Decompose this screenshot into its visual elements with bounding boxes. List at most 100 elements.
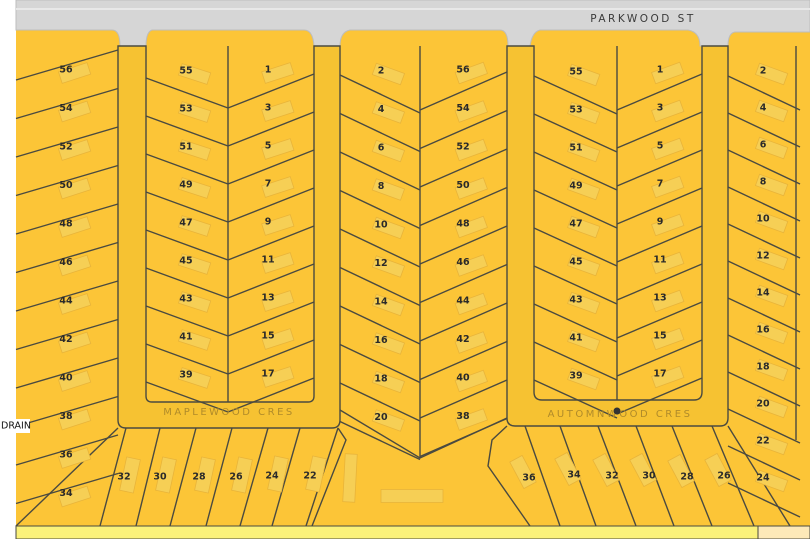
lot-number-automnwood-south[interactable]: 32 xyxy=(605,471,618,482)
lot-number-automnwood-left[interactable]: 47 xyxy=(569,219,582,230)
lot-number-west[interactable]: 52 xyxy=(59,142,72,153)
lot-number-west[interactable]: 50 xyxy=(59,180,73,191)
lot-number-west[interactable]: 38 xyxy=(59,411,73,422)
lot-number-automnwood-right[interactable]: 11 xyxy=(653,255,666,266)
lot-number-maplewood-right[interactable]: 17 xyxy=(261,369,274,380)
lot-number-west[interactable]: 46 xyxy=(59,257,73,268)
lot-number-maplewood-south[interactable]: 24 xyxy=(265,471,279,482)
lot-number-automnwood-right[interactable]: 13 xyxy=(653,293,666,304)
lot-number-middle-right[interactable]: 46 xyxy=(456,257,470,268)
lot-number-maplewood-south[interactable]: 30 xyxy=(153,472,167,483)
lot-number-maplewood-south[interactable]: 26 xyxy=(229,472,243,483)
lot-number-east[interactable]: 18 xyxy=(756,362,770,373)
lot-number-middle-right[interactable]: 54 xyxy=(456,103,470,114)
lot-number-maplewood-left[interactable]: 51 xyxy=(179,142,192,153)
lot-number-maplewood-left[interactable]: 43 xyxy=(179,294,192,305)
lot-number-east[interactable]: 4 xyxy=(760,103,767,114)
lot-number-automnwood-right[interactable]: 3 xyxy=(657,103,664,114)
lot-number-middle-right[interactable]: 44 xyxy=(456,296,470,307)
parkwood-street-label: PARKWOOD ST xyxy=(590,13,696,25)
lot-number-west[interactable]: 40 xyxy=(59,373,73,384)
lot-number-middle-left[interactable]: 2 xyxy=(378,66,385,77)
lot-number-maplewood-left[interactable]: 45 xyxy=(179,256,192,267)
lot-number-east[interactable]: 24 xyxy=(756,473,770,484)
lot-number-west[interactable]: 56 xyxy=(59,65,73,76)
parkwood-edge-line xyxy=(16,8,810,10)
lot-number-automnwood-south[interactable]: 28 xyxy=(680,472,694,483)
lot-number-maplewood-right[interactable]: 15 xyxy=(261,331,274,342)
lot-number-maplewood-right[interactable]: 3 xyxy=(265,103,272,114)
lot-number-maplewood-left[interactable]: 53 xyxy=(179,104,192,115)
lot-number-east[interactable]: 20 xyxy=(756,399,770,410)
parcel-map[interactable]: 5654525048464442403836345553514947454341… xyxy=(0,0,810,539)
lot-number-maplewood-right[interactable]: 9 xyxy=(265,217,272,228)
lot-number-maplewood-right[interactable]: 11 xyxy=(261,255,274,266)
lot-number-middle-left[interactable]: 14 xyxy=(374,297,388,308)
lot-number-maplewood-right[interactable]: 7 xyxy=(265,179,272,190)
south-parcel-strip xyxy=(15,525,810,539)
lot-number-middle-left[interactable]: 8 xyxy=(378,181,385,192)
lot-number-maplewood-right[interactable]: 13 xyxy=(261,293,274,304)
lot-number-middle-right[interactable]: 52 xyxy=(456,142,469,153)
lot-number-automnwood-south[interactable]: 36 xyxy=(522,473,536,484)
lot-number-middle-right[interactable]: 48 xyxy=(456,219,470,230)
lot-number-east[interactable]: 12 xyxy=(756,251,769,262)
lot-number-middle-left[interactable]: 16 xyxy=(374,335,388,346)
lot-number-middle-right[interactable]: 56 xyxy=(456,65,470,76)
lot-number-automnwood-left[interactable]: 45 xyxy=(569,257,582,268)
lot-number-maplewood-left[interactable]: 39 xyxy=(179,370,192,381)
lot-number-middle-left[interactable]: 12 xyxy=(374,258,387,269)
lot-number-maplewood-left[interactable]: 55 xyxy=(179,66,192,77)
lot-number-east[interactable]: 6 xyxy=(760,140,767,151)
lot-number-maplewood-south[interactable]: 32 xyxy=(117,472,130,483)
lot-number-east[interactable]: 2 xyxy=(760,66,767,77)
lot-number-maplewood-right[interactable]: 1 xyxy=(265,65,272,76)
lot-number-east[interactable]: 10 xyxy=(756,214,770,225)
maplewood-cres-label: MAPLEWOOD CRES xyxy=(163,407,295,418)
lot-number-automnwood-right[interactable]: 7 xyxy=(657,179,664,190)
lot-number-maplewood-left[interactable]: 47 xyxy=(179,218,192,229)
lot-number-maplewood-left[interactable]: 49 xyxy=(179,180,192,191)
lot-number-west[interactable]: 36 xyxy=(59,450,73,461)
lot-number-automnwood-south[interactable]: 26 xyxy=(717,471,731,482)
building-footprint xyxy=(342,453,358,503)
lot-number-west[interactable]: 34 xyxy=(59,488,73,499)
lot-number-automnwood-left[interactable]: 53 xyxy=(569,105,582,116)
lot-number-automnwood-right[interactable]: 9 xyxy=(657,217,664,228)
lot-number-maplewood-south[interactable]: 28 xyxy=(192,472,206,483)
building-footprint xyxy=(380,489,444,503)
lot-number-west[interactable]: 42 xyxy=(59,334,72,345)
lot-number-automnwood-right[interactable]: 15 xyxy=(653,331,666,342)
lot-number-automnwood-left[interactable]: 55 xyxy=(569,67,582,78)
lot-number-automnwood-south[interactable]: 30 xyxy=(642,471,656,482)
lot-number-west[interactable]: 44 xyxy=(59,296,73,307)
lot-number-automnwood-right[interactable]: 17 xyxy=(653,369,666,380)
lot-number-automnwood-south[interactable]: 34 xyxy=(567,470,581,481)
lot-number-middle-right[interactable]: 40 xyxy=(456,373,470,384)
lot-number-west[interactable]: 54 xyxy=(59,103,73,114)
lot-number-middle-left[interactable]: 18 xyxy=(374,374,388,385)
lot-number-automnwood-left[interactable]: 39 xyxy=(569,371,582,382)
lot-number-west[interactable]: 48 xyxy=(59,219,73,230)
lot-number-automnwood-left[interactable]: 51 xyxy=(569,143,582,154)
lot-number-east[interactable]: 16 xyxy=(756,325,770,336)
location-marker-icon[interactable] xyxy=(613,407,621,415)
lot-number-middle-left[interactable]: 4 xyxy=(378,104,385,115)
lot-number-middle-right[interactable]: 38 xyxy=(456,411,470,422)
lot-number-maplewood-left[interactable]: 41 xyxy=(179,332,192,343)
lot-number-middle-left[interactable]: 20 xyxy=(374,412,388,423)
lot-number-east[interactable]: 8 xyxy=(760,177,767,188)
lot-number-middle-left[interactable]: 10 xyxy=(374,220,388,231)
lot-number-maplewood-south[interactable]: 22 xyxy=(303,471,316,482)
lot-number-east[interactable]: 22 xyxy=(756,436,769,447)
lot-number-east[interactable]: 14 xyxy=(756,288,770,299)
lot-number-middle-right[interactable]: 42 xyxy=(456,334,469,345)
lot-number-automnwood-right[interactable]: 5 xyxy=(657,141,664,152)
lot-number-automnwood-right[interactable]: 1 xyxy=(657,65,664,76)
lot-number-middle-left[interactable]: 6 xyxy=(378,143,385,154)
lot-number-automnwood-left[interactable]: 43 xyxy=(569,295,582,306)
lot-number-maplewood-right[interactable]: 5 xyxy=(265,141,272,152)
lot-number-middle-right[interactable]: 50 xyxy=(456,180,470,191)
lot-number-automnwood-left[interactable]: 49 xyxy=(569,181,582,192)
lot-number-automnwood-left[interactable]: 41 xyxy=(569,333,582,344)
